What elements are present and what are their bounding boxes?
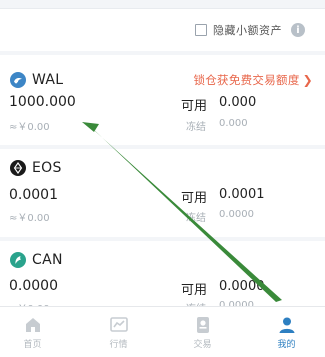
- approx-cny: ≈￥0.00: [9, 122, 50, 133]
- balance-value: 0.0001: [9, 187, 58, 203]
- tab-label: 我的: [277, 340, 296, 350]
- available-value: 0.000: [219, 95, 257, 110]
- coin-name: WAL: [32, 72, 64, 88]
- hide-small-assets-toggle[interactable]: 隐藏小额资产 i: [195, 21, 305, 39]
- tab-home[interactable]: 首页: [0, 307, 65, 357]
- wal-icon: [10, 72, 26, 88]
- available-value: 0.0001: [219, 187, 265, 202]
- tab-profile[interactable]: 我的: [254, 307, 319, 357]
- approx-cny: ≈￥0.00: [9, 213, 50, 224]
- available-label: 可用: [181, 99, 208, 114]
- profile-icon: [277, 315, 297, 335]
- chart-icon: [109, 315, 129, 335]
- filter-row: 隐藏小额资产 i: [0, 9, 325, 51]
- hide-small-checkbox[interactable]: [195, 24, 207, 36]
- info-icon[interactable]: i: [291, 23, 305, 37]
- balance-value: 0.0000: [9, 278, 58, 294]
- coin-header: WAL: [10, 70, 63, 90]
- tab-label: 行情: [109, 340, 128, 350]
- tab-market[interactable]: 行情: [86, 307, 151, 357]
- tab-label: 首页: [23, 340, 42, 350]
- coin-name: CAN: [32, 252, 63, 268]
- top-strip: [0, 0, 325, 9]
- coin-header: CAN: [10, 250, 63, 270]
- chevron-right-icon: ❯: [302, 73, 313, 87]
- tab-trade[interactable]: 交易: [170, 307, 235, 357]
- frozen-value: 0.000: [219, 118, 248, 129]
- asset-card-can[interactable]: CAN 0.0000 ≈￥0.00 可用 0.0000 冻结 0.0000: [0, 241, 325, 315]
- home-icon: [23, 315, 43, 335]
- eos-icon: [10, 160, 26, 176]
- asset-card-eos[interactable]: EOS 0.0001 ≈￥0.00 可用 0.0001 冻结 0.0000: [0, 149, 325, 237]
- frozen-label: 冻结: [186, 122, 206, 133]
- asset-card-wal[interactable]: WAL 锁仓获免费交易额度 ❯ 1000.000 ≈￥0.00 可用 0.000…: [0, 55, 325, 145]
- hide-small-label: 隐藏小额资产: [213, 24, 282, 37]
- lock-promo-text: 锁仓获免费交易额度: [193, 73, 300, 87]
- coin-header: EOS: [10, 158, 62, 178]
- balance-value: 1000.000: [9, 94, 76, 110]
- tab-label: 交易: [193, 340, 212, 350]
- lock-promo-link[interactable]: 锁仓获免费交易额度 ❯: [193, 72, 313, 88]
- exchange-icon: [193, 315, 213, 335]
- frozen-label: 冻结: [186, 213, 206, 224]
- coin-name: EOS: [32, 160, 62, 176]
- available-label: 可用: [181, 283, 208, 298]
- available-label: 可用: [181, 191, 208, 206]
- frozen-value: 0.0000: [219, 209, 254, 220]
- can-icon: [10, 252, 26, 268]
- available-value: 0.0000: [219, 279, 265, 294]
- bottom-tab-bar: 首页 行情 交易 我的: [0, 306, 325, 357]
